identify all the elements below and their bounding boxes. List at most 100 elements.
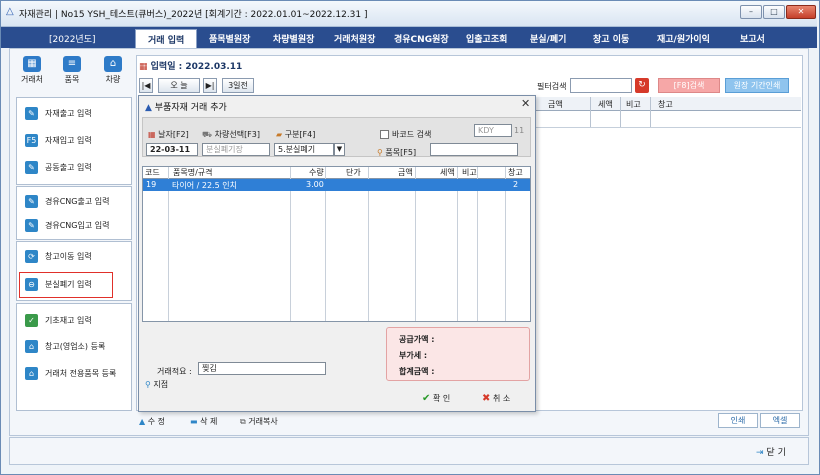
document-icon: ≡ [63, 56, 81, 72]
tab-vehicle-ledger[interactable]: 차량별원장 [273, 32, 314, 45]
sidebar-item-partner-items[interactable]: ⌂ 거래처 전용품목 등록 [17, 362, 131, 386]
nav-today-button[interactable]: 오 늘 [158, 78, 200, 93]
truck-icon: ⛟ [202, 130, 213, 139]
sidebar-item-label: 거래처 전용품목 등록 [45, 369, 117, 378]
vehicle-label-text: 차량선택[F3] [214, 130, 260, 139]
delete-button[interactable]: ▬ 삭 제 [190, 416, 217, 427]
barcode-checkbox[interactable] [380, 130, 389, 139]
sidebar-item-label: 경유CNG출고 입력 [45, 197, 110, 206]
home-icon: ⌂ [25, 340, 38, 353]
close-label: 닫 기 [766, 448, 786, 458]
tab-diesel-cng-ledger[interactable]: 경유CNG원장 [394, 32, 449, 45]
sidebar-item-joint-out[interactable]: ✎ 공동출고 입력 [17, 156, 131, 180]
copy-transaction-button[interactable]: ⧉ 거래복사 [240, 416, 278, 427]
sidebar-group-move: ⟳ 창고이동 입력 ⊖ 분실폐기 입력 [16, 241, 132, 301]
status-bar [9, 437, 809, 465]
memo-field[interactable]: 찢김 [198, 362, 326, 375]
edit-button[interactable]: ▲ 수 정 [139, 416, 165, 427]
tab-transaction-entry[interactable]: 거래 입력 [135, 29, 198, 49]
item-input[interactable] [430, 143, 518, 156]
app-logo-icon: △ [6, 6, 14, 17]
close-window-button[interactable]: ✕ [786, 5, 816, 19]
nav-last-button[interactable]: ▶| [203, 78, 217, 93]
tab-inventory-cost[interactable]: 재고/원가이익 [657, 32, 710, 45]
home-icon: ⌂ [104, 56, 122, 72]
ledger-print-button[interactable]: 원장 기간인쇄 [725, 78, 789, 93]
f8-search-button[interactable]: [F8]검색 [658, 78, 720, 93]
pencil-icon: ✎ [25, 195, 38, 208]
tab-loss-disposal[interactable]: 분실/폐기 [530, 32, 566, 45]
date-label: ▦ 날자[F2] [148, 129, 189, 140]
sidebar-item-label: 공동출고 입력 [45, 163, 92, 172]
grid-col-note: 비고 [626, 100, 641, 109]
minimize-button[interactable]: – [740, 5, 762, 19]
cancel-button[interactable]: ✖ 취 소 [482, 393, 510, 404]
category-select[interactable]: 5.분실폐기 [274, 143, 334, 156]
delete-label: 삭 제 [200, 417, 218, 426]
sidebar-item-loss-disposal[interactable]: ⊖ 분실폐기 입력 [19, 272, 113, 298]
copy-label: 거래복사 [248, 417, 278, 426]
tab-warehouse-move[interactable]: 창고 이동 [593, 32, 629, 45]
pencil-icon: ✎ [25, 107, 38, 120]
item-label: ⚲ 품목[F5] [377, 147, 416, 158]
vehicle-tool-button[interactable]: ⌂ 차량 [97, 56, 129, 85]
sidebar-item-material-out[interactable]: ✎ 자재출고 입력 [17, 102, 131, 126]
sidebar-item-warehouse-move[interactable]: ⟳ 창고이동 입력 [17, 245, 131, 269]
tab-report[interactable]: 보고서 [740, 32, 765, 45]
maximize-button[interactable]: □ [763, 5, 785, 19]
f5-icon: F5 [25, 134, 38, 147]
dialog-title: ▲ 부품자재 거래 추가 [145, 100, 227, 113]
row-warehouse: 2 [513, 180, 519, 189]
excel-button[interactable]: 엑셀 [760, 413, 800, 428]
grid-divider [590, 97, 591, 127]
total-amount-label: 합계금액 : [399, 367, 435, 376]
kdy-code-field[interactable]: KDY [474, 124, 512, 137]
item-tool-button[interactable]: ≡ 품목 [56, 56, 88, 85]
sidebar-item-material-in[interactable]: F5 자재입고 입력 [17, 129, 131, 153]
calendar-icon: ▦ [148, 130, 156, 139]
date-field[interactable]: 22-03-11 [146, 143, 198, 156]
row-code: 19 [146, 180, 157, 189]
barcode-label: 바코드 검색 [392, 130, 432, 139]
sidebar-item-cng-out[interactable]: ✎ 경유CNG출고 입력 [17, 190, 131, 214]
calendar-icon: ▦ [139, 62, 148, 72]
kdy-number: 11 [514, 126, 525, 135]
filter-input[interactable] [570, 78, 632, 93]
sidebar-item-label: 분실폐기 입력 [45, 280, 92, 289]
tab-partner-ledger[interactable]: 거래처원장 [334, 32, 375, 45]
grid-divider [620, 97, 621, 127]
partner-tool-button[interactable]: ▦ 거래처 [16, 56, 48, 85]
sidebar-group-setup: ✓ 기초재고 입력 ⌂ 창고(영업소) 등록 ⌂ 거래처 전용품목 등록 [16, 303, 132, 411]
vehicle-field[interactable]: 분실폐기장 [202, 143, 270, 156]
ok-button[interactable]: ✔ 확 인 [422, 393, 450, 404]
nav-first-button[interactable]: |◀ [139, 78, 153, 93]
dialog-close-icon[interactable]: ✕ [521, 97, 530, 110]
app-logo-icon: ▲ [145, 103, 152, 113]
edit-label: 수 정 [147, 417, 165, 426]
folder-icon: ▰ [276, 130, 283, 139]
sidebar-item-label: 자재출고 입력 [45, 109, 92, 118]
edit-box-icon: ✓ [25, 314, 38, 327]
sidebar-group-stock: ✎ 자재출고 입력 F5 자재입고 입력 ✎ 공동출고 입력 [16, 97, 132, 185]
chevron-down-icon[interactable]: ▼ [334, 143, 345, 156]
tab-inout-inquiry[interactable]: 입출고조회 [466, 32, 507, 45]
copy-icon: ⧉ [240, 417, 246, 426]
sidebar-item-warehouse-register[interactable]: ⌂ 창고(영업소) 등록 [17, 335, 131, 359]
sidebar-item-initial-stock[interactable]: ✓ 기초재고 입력 [17, 309, 131, 333]
cancel-button-label: 취 소 [492, 394, 511, 403]
nav-3days-button[interactable]: 3일전 [222, 78, 254, 93]
item-label-text: 품목[F5] [385, 148, 417, 157]
tab-item-ledger[interactable]: 품목별원장 [209, 32, 250, 45]
print-button[interactable]: 인쇄 [718, 413, 758, 428]
vat-label: 부가세 : [399, 351, 428, 360]
filter-label: 필터검색 [537, 82, 567, 91]
sidebar-item-label: 창고이동 입력 [45, 252, 92, 261]
minus-icon: ▬ [190, 417, 198, 426]
supply-amount-label: 공급가액 : [399, 335, 435, 344]
close-button[interactable]: ⇥ 닫 기 [756, 445, 786, 458]
title-bar: △ 자재관리 | No15 YSH_테스트(큐버스)_2022년 [회계기간 :… [1, 1, 817, 27]
sidebar-item-cng-in[interactable]: ✎ 경유CNG입고 입력 [17, 214, 131, 238]
memo-label: 거래적요 : [157, 367, 192, 376]
refresh-icon[interactable]: ↻ [635, 78, 649, 93]
grid-row[interactable] [531, 111, 801, 128]
